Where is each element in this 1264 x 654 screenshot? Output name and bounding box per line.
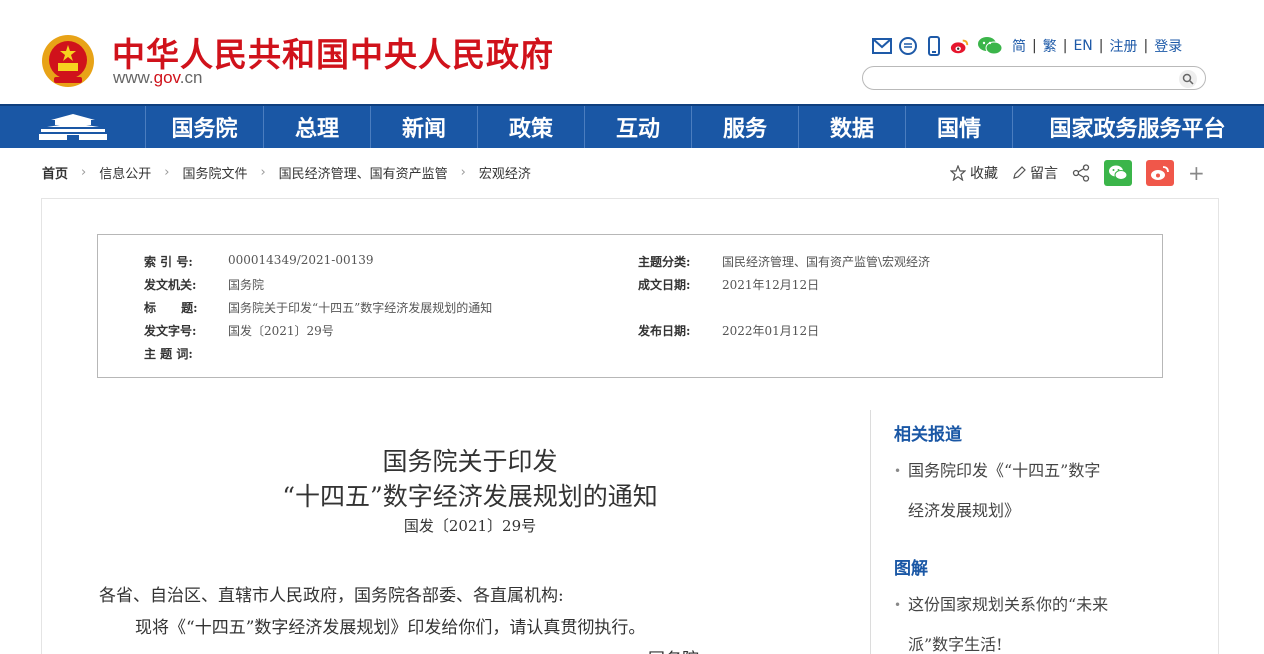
favorite-label: 收藏 — [970, 166, 998, 182]
header-tools: 简 | 繁 | EN | 注册 | 登录 — [872, 34, 1182, 58]
tiananmen-icon[interactable] — [0, 106, 145, 148]
breadcrumb-info-disclosure[interactable]: 信息公开 — [99, 163, 151, 182]
pencil-icon — [1012, 166, 1026, 180]
separator: | — [1098, 38, 1104, 54]
breadcrumb-economy-management[interactable]: 国民经济管理、国有资产监管 — [279, 163, 448, 182]
nav-item-state-council[interactable]: 国务院 — [145, 106, 263, 148]
nav-item-gov-service-platform[interactable]: 国家政务服务平台 — [1012, 106, 1262, 148]
nav-item-news[interactable]: 新闻 — [370, 106, 477, 148]
breadcrumb-chevron-icon: › — [81, 165, 87, 180]
info-value: 国务院 — [228, 278, 265, 292]
nav-item-premier[interactable]: 总理 — [263, 106, 370, 148]
comment-label: 留言 — [1030, 166, 1058, 182]
share-toolbar: 收藏 留言 + — [950, 160, 1205, 186]
search-icon[interactable] — [1179, 70, 1197, 88]
sidebar-divider — [870, 410, 871, 654]
graphic-line2: 派”数字生活! — [908, 635, 1003, 654]
main-nav: 国务院 总理 新闻 政策 互动 服务 数据 国情 国家政务服务平台 — [0, 104, 1264, 148]
graphic-line1: 这份国家规划关系你的“未来 — [908, 595, 1109, 614]
article-doc-number: 国发〔2021〕29号 — [403, 517, 537, 535]
more-share-button[interactable]: + — [1188, 161, 1205, 185]
graphics-heading: 图解 — [894, 559, 928, 579]
article-title-line1: 国务院关于印发 — [382, 447, 558, 476]
lang-english-link[interactable]: EN — [1073, 38, 1092, 54]
nav-item-interaction[interactable]: 互动 — [584, 106, 691, 148]
related-report-line2: 经济发展规划》 — [908, 501, 1021, 520]
related-report-link[interactable]: • 国务院印发《“十四五”数字 经济发展规划》 — [894, 451, 1164, 531]
info-label: 发布日期: — [638, 324, 691, 338]
bullet-icon: • — [894, 464, 902, 478]
breadcrumb-state-council-docs[interactable]: 国务院文件 — [182, 163, 247, 182]
nav-item-services[interactable]: 服务 — [691, 106, 798, 148]
share-wechat-icon[interactable] — [1104, 160, 1132, 186]
info-label: 索 引 号: — [144, 255, 193, 269]
site-url-suffix: .cn — [179, 68, 203, 87]
share-icon[interactable] — [1072, 164, 1090, 182]
site-header: 中华人民共和国中央人民政府 www.gov.cn 简 | 繁 | EN | 注册… — [0, 0, 1264, 104]
info-row-doc-number: 发文字号: 国发〔2021〕29号 — [144, 322, 334, 339]
info-value: 国发〔2021〕29号 — [228, 324, 334, 338]
separator: | — [1143, 38, 1149, 54]
info-label: 成文日期: — [638, 278, 691, 292]
article-signature: 国务院 — [648, 645, 699, 654]
nav-items: 国务院 总理 新闻 政策 互动 服务 数据 国情 国家政务服务平台 — [145, 106, 1262, 148]
article-body-paragraph: 现将《“十四五”数字经济发展规划》印发给你们，请认真贯彻执行。 — [135, 618, 646, 638]
info-row-written-date: 成文日期: 2021年12月12日 — [638, 276, 819, 293]
info-label: 发文字号: — [144, 324, 197, 338]
related-report-line1: 国务院印发《“十四五”数字 — [908, 461, 1101, 480]
site-url-prefix: www. — [113, 68, 154, 87]
nav-item-data[interactable]: 数据 — [798, 106, 905, 148]
info-row-publish-date: 发布日期: 2022年01月12日 — [638, 322, 819, 339]
related-reports-heading: 相关报道 — [894, 425, 962, 445]
message-icon[interactable] — [898, 36, 918, 56]
breadcrumb-macro-economy[interactable]: 宏观经济 — [479, 163, 531, 182]
breadcrumb: 首页 › 信息公开 › 国务院文件 › 国民经济管理、国有资产监管 › 宏观经济 — [42, 163, 531, 182]
favorite-button[interactable]: 收藏 — [950, 163, 998, 183]
mail-icon[interactable] — [872, 36, 892, 56]
info-value: 2022年01月12日 — [722, 324, 820, 338]
article-title-line2: “十四五”数字经济发展规划的通知 — [282, 482, 658, 511]
breadcrumb-chevron-icon: › — [460, 165, 466, 180]
site-url-brand: gov — [153, 68, 180, 87]
login-link[interactable]: 登录 — [1154, 36, 1182, 56]
graphic-link[interactable]: • 这份国家规划关系你的“未来 派”数字生活! — [894, 585, 1164, 654]
breadcrumb-chevron-icon: › — [260, 165, 266, 180]
nav-item-national-conditions[interactable]: 国情 — [905, 106, 1012, 148]
lang-links: 简 | 繁 | EN | 注册 | 登录 — [1012, 36, 1182, 56]
bullet-icon: • — [894, 598, 902, 612]
info-value: 国民经济管理、国有资产监管\宏观经济 — [722, 255, 931, 269]
lang-simplified-link[interactable]: 简 — [1012, 36, 1026, 56]
document-info-box: 索 引 号: 000014349/2021-00139 主题分类: 国民经济管理… — [97, 234, 1163, 378]
separator: | — [1032, 38, 1037, 54]
article-salutation: 各省、自治区、直辖市人民政府，国务院各部委、各直属机构: — [99, 586, 564, 606]
info-label: 主 题 词: — [144, 347, 193, 361]
info-value: 000014349/2021-00139 — [228, 253, 374, 267]
nav-item-policy[interactable]: 政策 — [477, 106, 584, 148]
wechat-icon[interactable] — [976, 36, 1004, 56]
info-value: 国务院关于印发“十四五”数字经济发展规划的通知 — [228, 301, 493, 315]
breadcrumb-chevron-icon: › — [164, 165, 170, 180]
comment-button[interactable]: 留言 — [1012, 163, 1058, 183]
weibo-icon[interactable] — [950, 36, 970, 56]
register-link[interactable]: 注册 — [1109, 36, 1137, 56]
info-label: 发文机关: — [144, 278, 197, 292]
star-icon — [950, 165, 966, 181]
mobile-icon[interactable] — [924, 36, 944, 56]
breadcrumb-home[interactable]: 首页 — [42, 163, 68, 182]
info-row-topic: 主题分类: 国民经济管理、国有资产监管\宏观经济 — [638, 253, 930, 270]
info-row-keywords: 主 题 词: — [144, 345, 228, 362]
search-input[interactable] — [862, 66, 1206, 90]
info-row-title: 标 题: 国务院关于印发“十四五”数字经济发展规划的通知 — [144, 299, 492, 316]
share-weibo-icon[interactable] — [1146, 160, 1174, 186]
info-label: 主题分类: — [638, 255, 691, 269]
separator: | — [1062, 38, 1068, 54]
info-value: 2021年12月12日 — [722, 278, 820, 292]
site-url[interactable]: www.gov.cn — [113, 68, 202, 88]
info-label: 标 题: — [144, 301, 198, 315]
lang-traditional-link[interactable]: 繁 — [1043, 36, 1057, 56]
national-emblem-icon[interactable] — [40, 33, 96, 89]
info-row-issuer: 发文机关: 国务院 — [144, 276, 264, 293]
info-row-index: 索 引 号: 000014349/2021-00139 — [144, 253, 374, 270]
